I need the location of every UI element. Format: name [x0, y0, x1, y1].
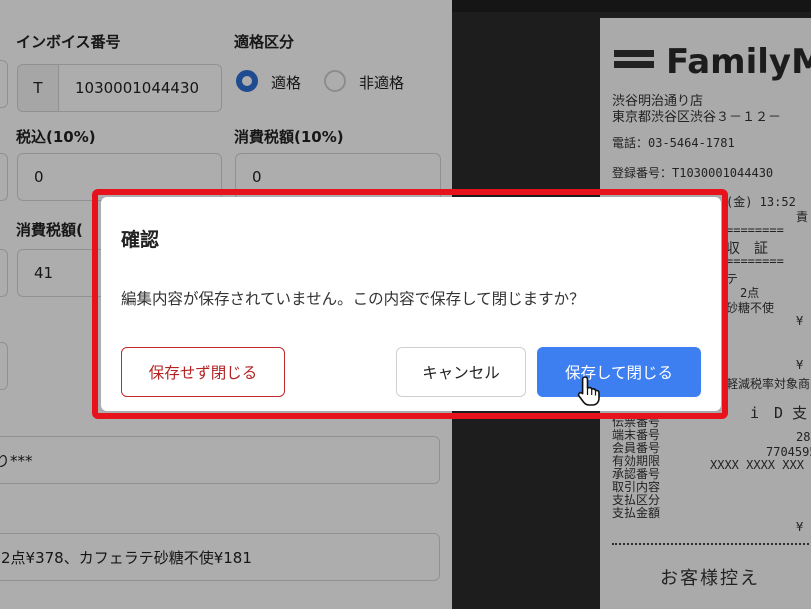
- confirm-dialog: 確認 編集内容が保存されていません。この内容で保存して閉じますか？ 保存せず閉じ…: [101, 197, 721, 411]
- save-and-close-button[interactable]: 保存して閉じる: [537, 347, 701, 397]
- dialog-title: 確認: [121, 229, 160, 251]
- close-without-saving-button[interactable]: 保存せず閉じる: [121, 347, 285, 397]
- hand-pointer-cursor-icon: [577, 376, 600, 406]
- dialog-message: 編集内容が保存されていません。この内容で保存して閉じますか？: [121, 290, 585, 308]
- cancel-button[interactable]: キャンセル: [396, 347, 526, 397]
